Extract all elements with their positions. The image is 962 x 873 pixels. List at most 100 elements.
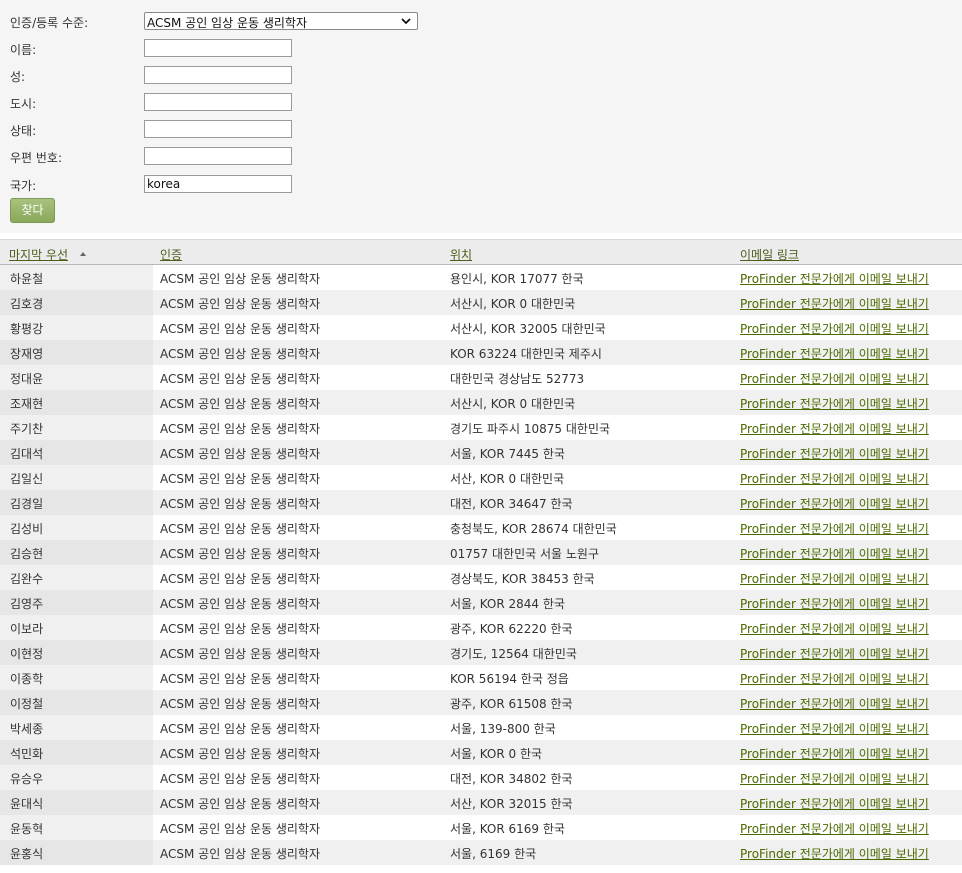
chevron-down-icon [401,18,411,25]
last-name-label: 성: [10,70,26,84]
email-professional-link[interactable]: ProFinder 전문가에게 이메일 보내기 [740,620,929,637]
table-row: 장재영 ACSM 공인 임상 운동 생리학자 KOR 63224 대한민국 제주시 P… [0,340,962,365]
certification-cell: ACSM 공인 임상 운동 생리학자 [160,622,321,636]
email-professional-link[interactable]: ProFinder 전문가에게 이메일 보내기 [740,820,929,837]
professional-name: 박세종 [10,722,44,736]
form-row-country: 국가: [0,175,962,195]
location-cell: 서산, KOR 32015 한국 [450,797,573,811]
location-cell: 서산시, KOR 0 대한민국 [450,297,576,311]
location-cell: 광주, KOR 62220 한국 [450,622,573,636]
email-professional-link[interactable]: ProFinder 전문가에게 이메일 보내기 [740,845,929,862]
location-cell: 서울, KOR 2844 한국 [450,597,565,611]
table-row: 김경일 ACSM 공인 임상 운동 생리학자 대전, KOR 34647 한국 Pro… [0,490,962,515]
table-row: 이정철 ACSM 공인 임상 운동 생리학자 광주, KOR 61508 한국 Pro… [0,690,962,715]
postal-code-input[interactable] [144,147,292,165]
column-header-location[interactable]: 위치 [450,246,472,263]
email-professional-link[interactable]: ProFinder 전문가에게 이메일 보내기 [740,495,929,512]
email-professional-link[interactable]: ProFinder 전문가에게 이메일 보내기 [740,795,929,812]
email-professional-link[interactable]: ProFinder 전문가에게 이메일 보내기 [740,545,929,562]
table-row: 윤동혁 ACSM 공인 임상 운동 생리학자 서울, KOR 6169 한국 ProF… [0,815,962,840]
certification-cell: ACSM 공인 임상 운동 생리학자 [160,797,321,811]
first-name-label: 이름: [10,43,37,57]
certification-cell: ACSM 공인 임상 운동 생리학자 [160,497,321,511]
professional-name: 유승우 [10,772,44,786]
email-professional-link[interactable]: ProFinder 전문가에게 이메일 보내기 [740,770,929,787]
postal-code-label: 우편 번호: [10,151,63,165]
city-input[interactable] [144,93,292,111]
professional-name: 하윤철 [10,272,44,286]
table-row: 이현정 ACSM 공인 임상 운동 생리학자 경기도, 12564 대한민국 ProF… [0,640,962,665]
location-cell: 광주, KOR 61508 한국 [450,697,573,711]
email-professional-link[interactable]: ProFinder 전문가에게 이메일 보내기 [740,420,929,437]
location-cell: 서울, 6169 한국 [450,847,537,861]
form-row-postal-code: 우편 번호: [0,147,962,167]
first-name-input[interactable] [144,39,292,57]
professional-name: 이보라 [10,622,44,636]
city-label: 도시: [10,97,37,111]
form-row-first-name: 이름: [0,39,962,59]
certification-cell: ACSM 공인 임상 운동 생리학자 [160,747,321,761]
location-cell: 서울, 139-800 한국 [450,722,556,736]
email-professional-link[interactable]: ProFinder 전문가에게 이메일 보내기 [740,720,929,737]
email-professional-link[interactable]: ProFinder 전문가에게 이메일 보내기 [740,320,929,337]
certification-level-select[interactable]: ACSM 공인 임상 운동 생리학자 [144,12,418,30]
location-cell: KOR 63224 대한민국 제주시 [450,347,602,361]
professional-name: 이현정 [10,647,44,661]
email-professional-link[interactable]: ProFinder 전문가에게 이메일 보내기 [740,670,929,687]
location-cell: 서산시, KOR 0 대한민국 [450,397,576,411]
professional-name: 조재현 [10,397,44,411]
professional-name: 김일신 [10,472,44,486]
country-label: 국가: [10,179,37,193]
table-row: 이보라 ACSM 공인 임상 운동 생리학자 광주, KOR 62220 한국 Pro… [0,615,962,640]
column-header-email-link[interactable]: 이메일 링크 [740,246,799,263]
email-professional-link[interactable]: ProFinder 전문가에게 이메일 보내기 [740,345,929,362]
professional-name: 윤대식 [10,797,44,811]
professional-name: 김완수 [10,572,44,586]
certification-cell: ACSM 공인 임상 운동 생리학자 [160,672,321,686]
professional-name: 이종학 [10,672,44,686]
professional-name: 장재영 [10,347,44,361]
state-input[interactable] [144,120,292,138]
search-form-panel: 인증/등록 수준: ACSM 공인 임상 운동 생리학자 이름: 성: 도시: … [0,0,962,233]
column-header-last-name[interactable]: 마지막 우선 [9,246,68,263]
form-row-last-name: 성: [0,66,962,86]
last-name-input[interactable] [144,66,292,84]
certification-cell: ACSM 공인 임상 운동 생리학자 [160,447,321,461]
email-professional-link[interactable]: ProFinder 전문가에게 이메일 보내기 [740,445,929,462]
email-professional-link[interactable]: ProFinder 전문가에게 이메일 보내기 [740,470,929,487]
certification-cell: ACSM 공인 임상 운동 생리학자 [160,372,321,386]
column-header-certification[interactable]: 인증 [160,246,182,263]
find-button[interactable]: 찾다 [10,198,55,223]
email-professional-link[interactable]: ProFinder 전문가에게 이메일 보내기 [740,595,929,612]
table-row: 이종학 ACSM 공인 임상 운동 생리학자 KOR 56194 한국 정읍 ProF… [0,665,962,690]
table-row: 윤홍식 ACSM 공인 임상 운동 생리학자 서울, 6169 한국 ProFinde… [0,840,962,865]
location-cell: 대전, KOR 34647 한국 [450,497,573,511]
location-cell: 서산시, KOR 32005 대한민국 [450,322,606,336]
email-professional-link[interactable]: ProFinder 전문가에게 이메일 보내기 [740,395,929,412]
email-professional-link[interactable]: ProFinder 전문가에게 이메일 보내기 [740,370,929,387]
email-professional-link[interactable]: ProFinder 전문가에게 이메일 보내기 [740,295,929,312]
email-professional-link[interactable]: ProFinder 전문가에게 이메일 보내기 [740,270,929,287]
location-cell: 서울, KOR 7445 한국 [450,447,565,461]
email-professional-link[interactable]: ProFinder 전문가에게 이메일 보내기 [740,645,929,662]
location-cell: 대전, KOR 34802 한국 [450,772,573,786]
table-row: 김승현 ACSM 공인 임상 운동 생리학자 01757 대한민국 서울 노원구 Pr… [0,540,962,565]
email-professional-link[interactable]: ProFinder 전문가에게 이메일 보내기 [740,695,929,712]
email-professional-link[interactable]: ProFinder 전문가에게 이메일 보내기 [740,745,929,762]
certification-cell: ACSM 공인 임상 운동 생리학자 [160,322,321,336]
form-row-state: 상태: [0,120,962,140]
country-input[interactable] [144,175,292,193]
table-row: 유승우 ACSM 공인 임상 운동 생리학자 대전, KOR 34802 한국 Pro… [0,765,962,790]
certification-level-value: ACSM 공인 임상 운동 생리학자 [147,16,308,30]
certification-cell: ACSM 공인 임상 운동 생리학자 [160,522,321,536]
email-professional-link[interactable]: ProFinder 전문가에게 이메일 보내기 [740,570,929,587]
location-cell: 대한민국 경상남도 52773 [450,372,585,386]
certification-level-label: 인증/등록 수준: [10,16,89,30]
professional-name: 이정철 [10,697,44,711]
location-cell: 경기도 파주시 10875 대한민국 [450,422,611,436]
table-header: 마지막 우선 인증 위치 이메일 링크 [0,239,962,265]
professional-name: 김대석 [10,447,44,461]
certification-cell: ACSM 공인 임상 운동 생리학자 [160,572,321,586]
email-professional-link[interactable]: ProFinder 전문가에게 이메일 보내기 [740,520,929,537]
table-row: 김대석 ACSM 공인 임상 운동 생리학자 서울, KOR 7445 한국 ProF… [0,440,962,465]
